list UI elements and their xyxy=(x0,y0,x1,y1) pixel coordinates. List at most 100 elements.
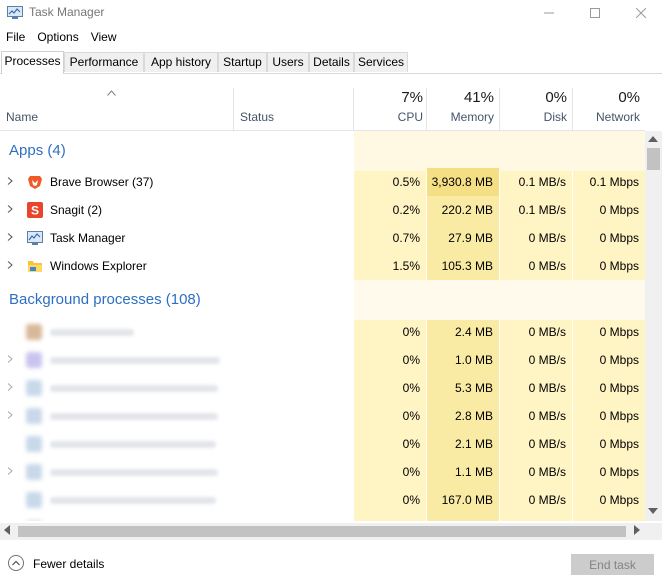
scroll-right-icon[interactable] xyxy=(634,525,640,537)
table-row[interactable]: 0% 1.0 MB 0 MB/s 0 Mbps xyxy=(0,346,645,374)
tab-users[interactable]: Users xyxy=(267,52,309,72)
process-icon xyxy=(26,520,42,521)
table-row[interactable]: Task Manager 0.7% 27.9 MB 0 MB/s 0 Mbps xyxy=(0,224,645,252)
scroll-left-icon[interactable] xyxy=(4,525,10,537)
menu-file[interactable]: File xyxy=(0,27,31,47)
process-icon xyxy=(26,380,42,396)
menu-bar: File Options View xyxy=(0,27,123,47)
column-cpu[interactable]: CPU xyxy=(398,110,423,124)
table-row[interactable]: S Snagit (2) 0.2% 220.2 MB 0.1 MB/s 0 Mb… xyxy=(0,196,645,224)
disk-cell: 0.1 MB/s xyxy=(518,203,566,217)
close-button[interactable] xyxy=(618,0,662,26)
column-disk[interactable]: Disk xyxy=(544,110,567,124)
group-row-fill xyxy=(354,280,645,320)
horizontal-scrollbar[interactable] xyxy=(0,523,645,540)
tab-app-history[interactable]: App history xyxy=(144,52,218,72)
column-divider[interactable] xyxy=(426,88,427,130)
tab-processes[interactable]: Processes xyxy=(1,51,64,74)
tab-performance[interactable]: Performance xyxy=(64,52,144,72)
column-header: Name Status 7% CPU 41% Memory 0% Disk 0%… xyxy=(0,88,645,131)
menu-view[interactable]: View xyxy=(85,27,123,47)
snagit-icon: S xyxy=(27,202,43,218)
column-name[interactable]: Name xyxy=(6,110,38,124)
cpu-cell: 0% xyxy=(402,381,420,395)
network-cell: 0 Mbps xyxy=(599,409,639,423)
group-header-apps[interactable]: Apps (4) xyxy=(0,131,645,171)
scroll-down-icon[interactable] xyxy=(648,506,658,516)
cpu-cell: 0% xyxy=(402,437,420,451)
cpu-cell: 0% xyxy=(402,325,420,339)
fewer-details-link[interactable]: Fewer details xyxy=(33,557,104,571)
chevron-right-icon[interactable] xyxy=(7,458,13,486)
end-task-button[interactable]: End task xyxy=(571,554,654,575)
memory-cell: 105.3 MB xyxy=(441,259,493,273)
chevron-right-icon[interactable] xyxy=(7,346,13,374)
memory-cell: 27.9 MB xyxy=(448,231,493,245)
process-list[interactable]: Apps (4) Brave Browser (37) 0.5% 3,930.8… xyxy=(0,131,645,521)
tab-services[interactable]: Services xyxy=(354,52,408,72)
menu-options[interactable]: Options xyxy=(31,27,84,47)
chevron-right-icon[interactable] xyxy=(7,224,13,252)
memory-cell: 167.0 MB xyxy=(441,493,493,507)
chevron-right-icon[interactable] xyxy=(7,196,13,224)
tab-strip: Processes Performance App history Startu… xyxy=(0,51,662,74)
column-divider[interactable] xyxy=(499,88,500,130)
table-row[interactable]: Brave Browser (37) 0.5% 3,930.8 MB 0.1 M… xyxy=(0,168,645,196)
table-row[interactable]: 0% 2.8 MB 0 MB/s 0 Mbps xyxy=(0,402,645,430)
table-row[interactable]: 0% 2.4 MB 0 MB/s 0 Mbps xyxy=(0,318,645,346)
scroll-corner xyxy=(645,523,662,540)
disk-cell: 0.1 MB/s xyxy=(518,175,566,189)
task-manager-icon xyxy=(7,6,23,19)
vertical-scrollbar[interactable] xyxy=(645,131,662,521)
folder-icon xyxy=(27,258,43,274)
cpu-cell: 0.2% xyxy=(392,203,420,217)
column-divider[interactable] xyxy=(233,88,234,130)
column-memory[interactable]: Memory xyxy=(451,110,494,124)
table-row[interactable]: 0% 167.0 MB 0 MB/s 0 Mbps xyxy=(0,486,645,514)
disk-cell: 0 MB/s xyxy=(528,493,566,507)
table-row[interactable]: 0% 5.3 MB 0 MB/s 0 Mbps xyxy=(0,374,645,402)
maximize-button[interactable] xyxy=(572,0,618,26)
column-divider[interactable] xyxy=(572,88,573,130)
network-cell: 0 Mbps xyxy=(599,203,639,217)
network-percent: 0% xyxy=(618,89,640,106)
sort-up-icon xyxy=(107,88,116,99)
chevron-right-icon[interactable] xyxy=(7,402,13,430)
memory-percent: 41% xyxy=(463,89,494,106)
network-cell: 0 Mbps xyxy=(599,381,639,395)
group-header-background[interactable]: Background processes (108) xyxy=(0,280,645,320)
process-name-obscured xyxy=(50,441,216,448)
disk-cell: 0 MB/s xyxy=(528,231,566,245)
scroll-up-icon[interactable] xyxy=(648,134,658,144)
tab-startup[interactable]: Startup xyxy=(218,52,267,72)
memory-cell: 220.2 MB xyxy=(441,203,493,217)
chevron-up-circle-icon[interactable] xyxy=(8,555,24,571)
scroll-thumb[interactable] xyxy=(18,526,626,537)
chevron-right-icon[interactable] xyxy=(7,374,13,402)
process-icon xyxy=(26,408,42,424)
svg-text:S: S xyxy=(31,204,39,218)
tab-details[interactable]: Details xyxy=(309,52,354,72)
group-title-apps: Apps (4) xyxy=(9,142,66,159)
network-cell: 0 Mbps xyxy=(599,465,639,479)
cpu-cell: 0% xyxy=(402,493,420,507)
memory-cell: 1.0 MB xyxy=(454,353,493,367)
chevron-right-icon[interactable] xyxy=(7,168,13,196)
chevron-right-icon[interactable] xyxy=(7,252,13,280)
table-row[interactable]: 0% 1.1 MB 0 MB/s 0 Mbps xyxy=(0,458,645,486)
minimize-button[interactable] xyxy=(526,0,572,26)
column-network[interactable]: Network xyxy=(596,110,640,124)
footer: Fewer details End task xyxy=(0,541,662,588)
scroll-thumb[interactable] xyxy=(647,148,660,170)
table-row[interactable] xyxy=(0,514,645,521)
column-status[interactable]: Status xyxy=(240,110,274,124)
column-divider[interactable] xyxy=(353,88,354,130)
process-icon xyxy=(26,464,42,480)
table-row[interactable]: 0% 2.1 MB 0 MB/s 0 Mbps xyxy=(0,430,645,458)
group-title-background: Background processes (108) xyxy=(9,291,201,308)
table-row[interactable]: Windows Explorer 1.5% 105.3 MB 0 MB/s 0 … xyxy=(0,252,645,280)
network-cell: 0 Mbps xyxy=(599,437,639,451)
disk-percent: 0% xyxy=(545,89,567,106)
cpu-cell: 0.7% xyxy=(392,231,420,245)
cpu-percent: 7% xyxy=(401,89,423,106)
